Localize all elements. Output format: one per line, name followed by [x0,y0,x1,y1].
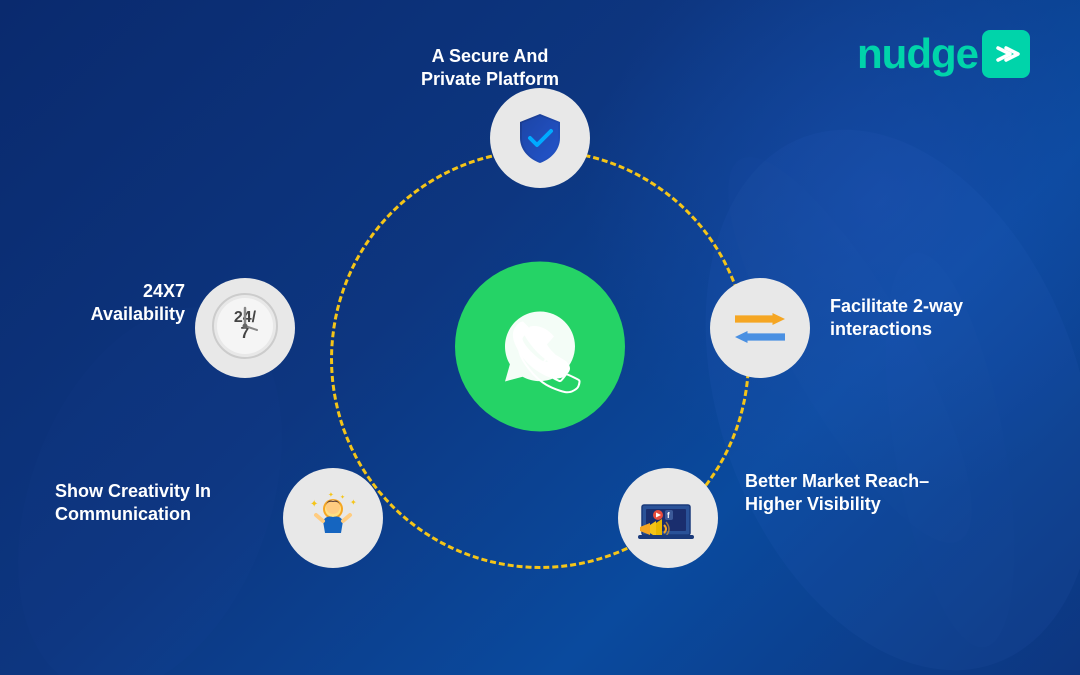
svg-text:✦: ✦ [328,491,334,499]
label-twoway-line2: interactions [830,319,932,339]
logo-arrow-icon [982,30,1030,78]
label-creativity-line1: Show Creativity In [55,481,211,501]
main-container: nudge [0,0,1080,675]
node-availability: 24/ 7 [195,278,295,378]
label-creativity-line2: Communication [55,504,191,524]
label-marketing: Better Market Reach– Higher Visibility [745,470,965,517]
label-creativity: Show Creativity In Communication [55,480,275,527]
logo: nudge [857,30,1030,78]
arrows-icon [735,313,785,343]
label-twoway: Facilitate 2-way interactions [830,295,1030,342]
node-secure [490,88,590,188]
arrow-left-icon [735,331,785,343]
svg-text:✦: ✦ [340,494,345,501]
label-twoway-line1: Facilitate 2-way [830,296,963,316]
availability-icon: 24/ 7 [209,290,281,366]
label-secure-line2: Private Platform [421,69,559,89]
whatsapp-center-icon [455,261,625,431]
label-availability-line1: 24X7 [143,281,185,301]
label-secure-line1: A Secure And [432,46,549,66]
label-secure: A Secure And Private Platform [390,45,590,92]
label-availability: 24X7 Availability [55,280,185,327]
label-availability-line2: Availability [91,304,185,324]
node-twoway [710,278,810,378]
node-marketing: f [618,468,718,568]
label-marketing-line2: Higher Visibility [745,494,881,514]
svg-text:✦: ✦ [310,499,318,510]
node-creativity: ✦ ✦ ✦ ✦ [283,468,383,568]
arrow-right-icon [735,313,785,325]
brand-name: nudge [857,30,978,78]
label-marketing-line1: Better Market Reach– [745,471,929,491]
svg-text:f: f [667,511,670,520]
svg-text:✦: ✦ [350,498,357,507]
